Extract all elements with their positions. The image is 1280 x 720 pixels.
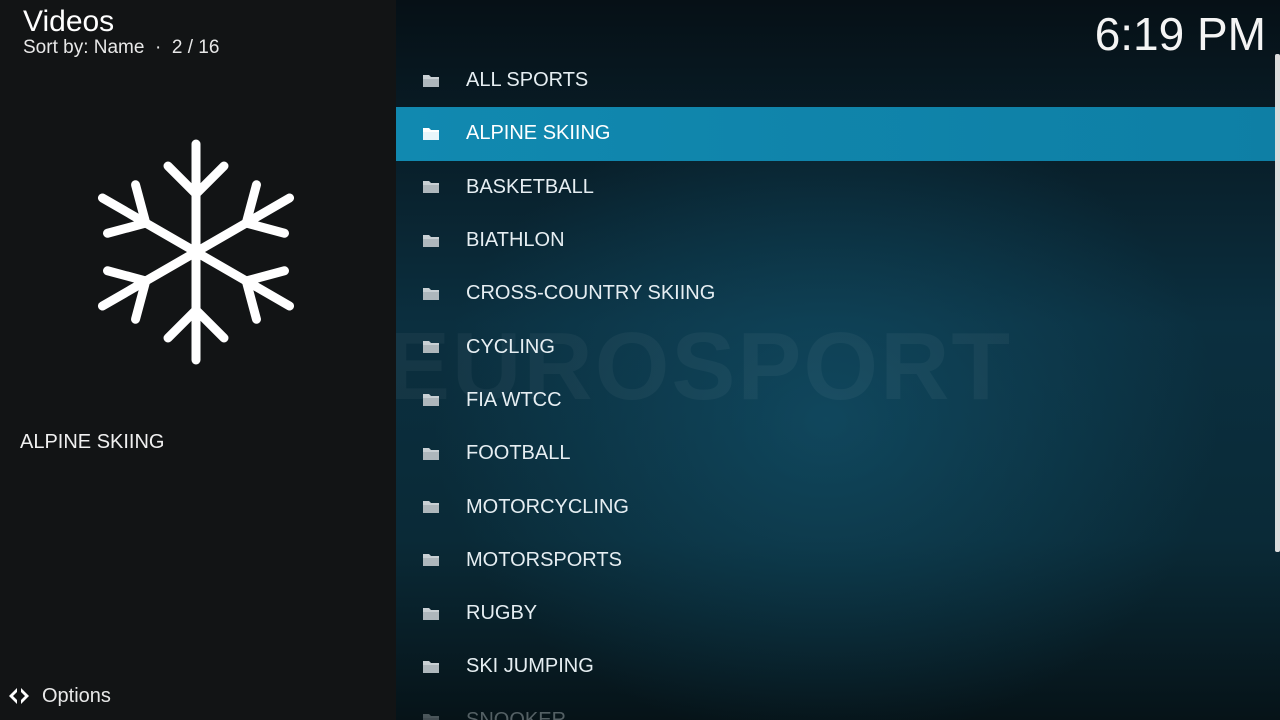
options-button[interactable]: Options	[6, 680, 111, 712]
list-item[interactable]: RUGBY	[396, 587, 1276, 640]
list-item[interactable]: SNOOKER	[396, 694, 1276, 720]
info-panel: Videos Sort by: Name · 2 / 16 ALPINE SKI…	[0, 0, 396, 720]
folder-icon	[423, 127, 439, 140]
options-arrows-icon	[9, 688, 29, 704]
list-item[interactable]: CROSS-COUNTRY SKIING	[396, 267, 1276, 320]
list-item-label: FIA WTCC	[466, 388, 562, 411]
folder-icon	[423, 74, 439, 87]
folder-icon	[423, 554, 439, 567]
selected-item-label: ALPINE SKIING	[20, 431, 165, 453]
list-item-label: MOTORCYCLING	[466, 495, 629, 518]
list-item-label: SNOOKER	[466, 708, 567, 720]
snowflake-icon	[97, 139, 295, 365]
list-scrollbar[interactable]	[1275, 54, 1280, 552]
folder-icon	[423, 341, 439, 354]
folder-icon	[423, 394, 439, 407]
list-item[interactable]: ALPINE SKIING	[396, 107, 1276, 161]
list-item[interactable]: FIA WTCC	[396, 374, 1276, 427]
content-list-panel: EUROSPORT 6:19 PM ALL SPORTSALPINE SKIIN…	[396, 0, 1280, 720]
folder-icon	[423, 447, 439, 460]
folder-icon	[423, 501, 439, 514]
list-item-label: FOOTBALL	[466, 442, 571, 465]
folder-icon	[423, 234, 439, 247]
folder-list: ALL SPORTS ALPINE SKIING BASKETBALL BIATHLO…	[396, 54, 1276, 720]
list-item[interactable]: MOTORSPORTS	[396, 534, 1276, 587]
sort-status: Sort by: Name · 2 / 16	[23, 37, 220, 58]
media-center-window: Videos Sort by: Name · 2 / 16 ALPINE SKI…	[0, 0, 1280, 720]
list-item[interactable]: FOOTBALL	[396, 427, 1276, 480]
list-item[interactable]: BIATHLON	[396, 214, 1276, 267]
page-title: Videos	[23, 5, 115, 38]
list-item[interactable]: MOTORCYCLING	[396, 480, 1276, 533]
list-item-label: CYCLING	[466, 335, 555, 358]
options-label: Options	[42, 684, 111, 707]
folder-icon	[423, 660, 439, 673]
list-item-label: RUGBY	[466, 602, 538, 625]
list-item-label: CROSS-COUNTRY SKIING	[466, 282, 716, 305]
folder-icon	[423, 181, 439, 194]
folder-icon	[423, 607, 439, 620]
list-item[interactable]: CYCLING	[396, 320, 1276, 373]
list-item-label: SKI JUMPING	[466, 655, 594, 678]
list-item-label: ALL SPORTS	[466, 69, 589, 92]
clock: 6:19 PM	[1094, 8, 1266, 60]
folder-icon	[423, 714, 439, 720]
list-item[interactable]: SKI JUMPING	[396, 640, 1276, 693]
list-item-label: ALPINE SKIING	[466, 122, 611, 145]
list-item[interactable]: ALL SPORTS	[396, 54, 1276, 107]
folder-icon	[423, 287, 439, 300]
list-item[interactable]: BASKETBALL	[396, 161, 1276, 214]
list-item-label: MOTORSPORTS	[466, 548, 622, 571]
list-item-label: BIATHLON	[466, 229, 565, 252]
list-item-label: BASKETBALL	[466, 175, 594, 198]
